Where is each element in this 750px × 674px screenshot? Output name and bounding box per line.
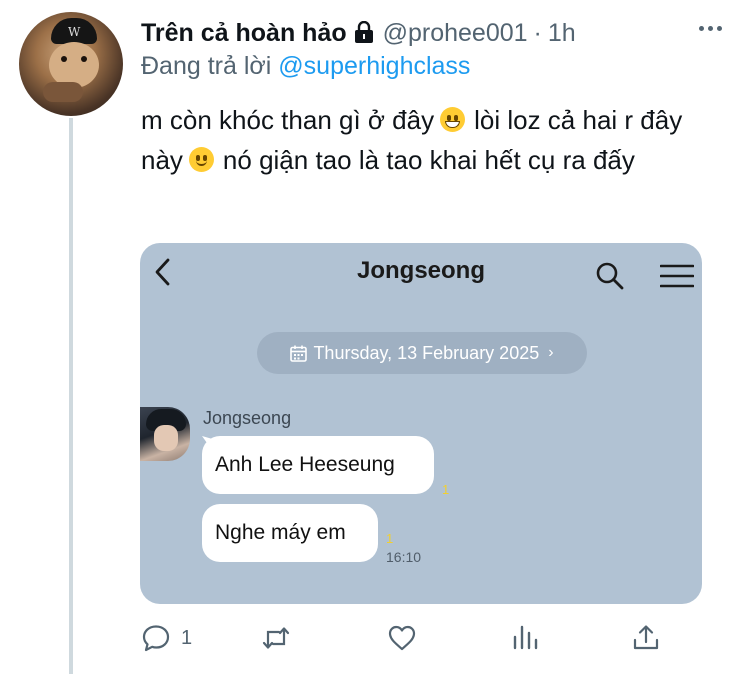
- search-icon: [596, 262, 624, 290]
- attached-chat-screenshot[interactable]: Jongseong Thursday, 13 February 2025 › J…: [140, 243, 702, 604]
- retweet-button[interactable]: [261, 620, 291, 656]
- reply-count: 1: [181, 626, 193, 649]
- replying-to: Đang trả lời @superhighclass: [141, 52, 470, 81]
- tweet-text: m còn khóc than gì ở đây lòi loz cả hai r…: [141, 100, 726, 180]
- share-button[interactable]: [631, 620, 661, 656]
- views-button[interactable]: [510, 620, 540, 656]
- thread-line: [69, 118, 73, 674]
- message-time: 16:10: [386, 549, 422, 565]
- reply-prefix: Đang trả lời: [141, 52, 272, 80]
- unread-count: 1: [386, 531, 394, 546]
- tweet-header: Trên cả hoàn hảo @prohee001 · 1h: [141, 17, 576, 49]
- chat-message-bubble: Anh Lee Heeseung: [202, 436, 434, 494]
- retweet-icon: [262, 627, 290, 649]
- date-label: Thursday, 13 February 2025: [313, 342, 540, 363]
- grinning-emoji: [440, 107, 466, 132]
- reply-icon: [142, 625, 170, 652]
- separator: ·: [533, 18, 542, 47]
- date-pill: Thursday, 13 February 2025 ›: [257, 332, 587, 374]
- author-avatar[interactable]: W: [19, 12, 123, 116]
- sender-avatar: [140, 407, 190, 461]
- sender-name: Jongseong: [203, 408, 292, 428]
- reply-mention-link[interactable]: @superhighclass: [278, 52, 470, 80]
- like-icon: [388, 625, 416, 651]
- reply-button[interactable]: 1: [141, 620, 192, 656]
- display-name[interactable]: Trên cả hoàn hảo: [141, 19, 347, 48]
- views-icon: [513, 625, 538, 650]
- chat-message-bubble: Nghe máy em: [202, 504, 378, 562]
- menu-icon: [660, 264, 694, 288]
- like-button[interactable]: [387, 620, 417, 656]
- tweet-text-part-3: nó giận tao là tao khai hết cụ ra đấy: [222, 145, 635, 175]
- smile-emoji: [188, 147, 214, 172]
- calendar-icon: [290, 345, 308, 362]
- share-icon: [633, 625, 659, 650]
- more-icon[interactable]: [699, 26, 722, 31]
- unread-count: 1: [442, 482, 450, 497]
- handle[interactable]: @prohee001: [383, 19, 528, 48]
- tweet-actions: 1: [141, 620, 671, 656]
- chevron-right-icon: ›: [548, 344, 554, 361]
- tweet-text-part-1: m còn khóc than gì ở đây: [141, 105, 435, 135]
- timestamp[interactable]: 1h: [548, 19, 576, 48]
- lock-icon: [354, 21, 373, 43]
